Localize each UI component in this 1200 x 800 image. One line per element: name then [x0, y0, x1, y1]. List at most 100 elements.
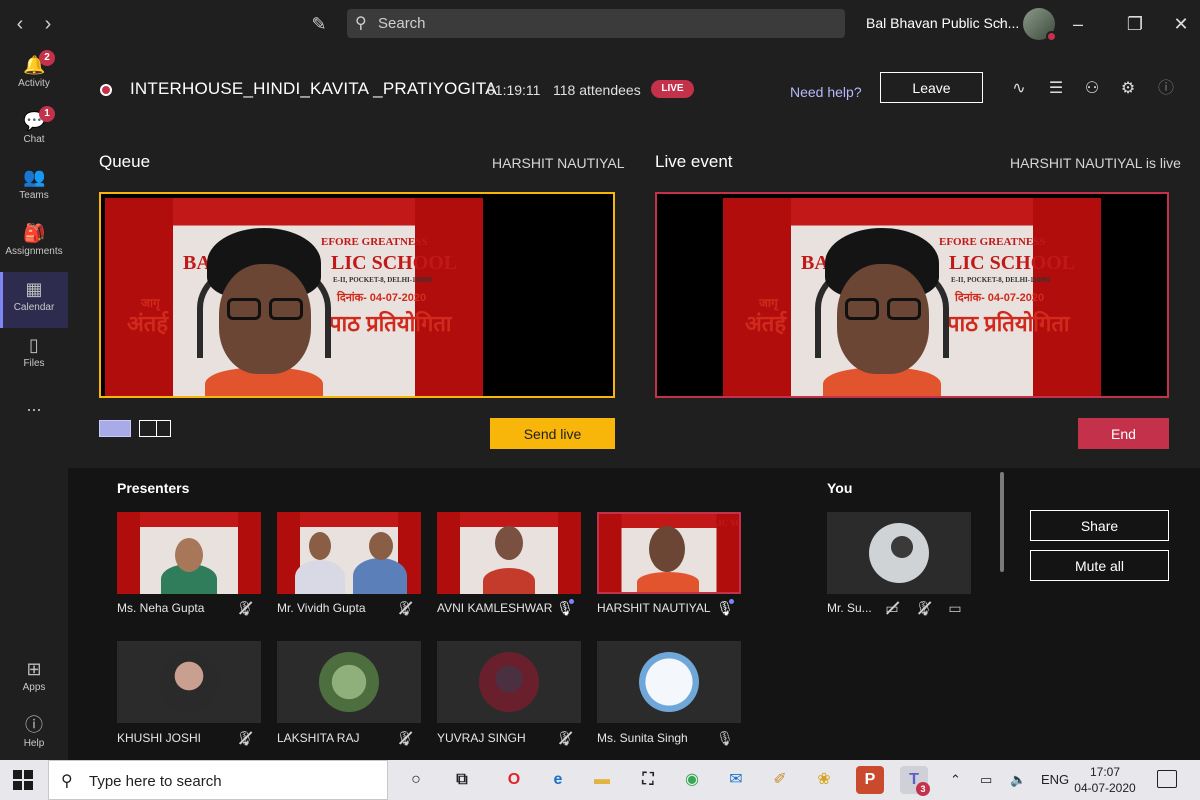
- live-status: HARSHIT NAUTIYAL is live: [1010, 155, 1181, 171]
- powerpoint-icon[interactable]: P: [856, 766, 884, 794]
- language-indicator[interactable]: ENG: [1041, 772, 1069, 787]
- close-icon[interactable]: ✕: [1166, 10, 1196, 38]
- video-off-icon[interactable]: ▭: [883, 599, 901, 617]
- presenter-tile[interactable]: [117, 512, 261, 594]
- banner-hindi-b: पाठ प्रतियोगिता: [947, 311, 1070, 336]
- minimize-icon[interactable]: –: [1063, 10, 1093, 38]
- presenter-tile-active[interactable]: BAL BHAVAN PUBLIC SCHOOL: [597, 512, 741, 594]
- video-icon[interactable]: ▭: [946, 599, 964, 617]
- windows-start-icon[interactable]: [13, 770, 33, 790]
- presenter-name: Ms. Sunita Singh: [597, 731, 688, 745]
- chrome-icon[interactable]: ◉: [678, 766, 706, 794]
- presenter-tile[interactable]: [437, 641, 581, 723]
- presenter-tile[interactable]: [277, 641, 421, 723]
- more-apps-button[interactable]: ...: [0, 388, 68, 424]
- cortana-icon[interactable]: ○: [402, 766, 430, 794]
- health-monitor-icon[interactable]: ∿: [1008, 78, 1030, 100]
- volume-icon[interactable]: 🔈: [1010, 772, 1026, 788]
- presenter-tile[interactable]: [597, 641, 741, 723]
- banner-school-b: LIC SCHOOL: [949, 252, 1076, 274]
- chevron-down-icon[interactable]: ⌄: [996, 13, 1006, 27]
- file-explorer-icon[interactable]: ▬: [588, 766, 616, 794]
- fruit-app-icon[interactable]: ❀: [810, 766, 838, 794]
- rail-item-help[interactable]: ⓘ Help: [0, 708, 68, 764]
- avatar: [869, 523, 929, 583]
- windows-taskbar: ⚲ Type here to search ○ ⧉ O e ▬ ⛶ ◉ ✉ ✐ …: [0, 760, 1200, 800]
- end-button[interactable]: End: [1078, 418, 1169, 449]
- avatar: [319, 652, 379, 712]
- presenter-tile[interactable]: [117, 641, 261, 723]
- participants-icon[interactable]: ⚇: [1081, 78, 1103, 100]
- chat-badge: 1: [39, 106, 55, 122]
- glasses-right: [887, 298, 921, 320]
- activity-badge: 2: [39, 50, 55, 66]
- tray-chevron-icon[interactable]: ⌃: [950, 772, 961, 788]
- self-tile[interactable]: [827, 512, 971, 594]
- glasses-right: [269, 298, 303, 320]
- mic-on-icon: 🎙: [716, 599, 734, 616]
- help-icon: ⓘ: [25, 715, 43, 735]
- rail-label: Files: [23, 358, 45, 369]
- taskbar-search-input[interactable]: ⚲ Type here to search: [48, 760, 388, 800]
- avatar[interactable]: [1023, 8, 1057, 42]
- presenters-title: Presenters: [117, 480, 190, 496]
- attendee-count: 118 attendees: [553, 82, 641, 98]
- banner-address: E-II, POCKET-8, DELHI-110091: [951, 276, 1051, 284]
- presenter-figure: [807, 228, 957, 396]
- chevron-right-icon[interactable]: ›: [36, 12, 60, 36]
- layout-single-button[interactable]: [99, 420, 131, 437]
- battery-icon[interactable]: ▭: [980, 772, 992, 788]
- notification-center-icon[interactable]: [1157, 770, 1177, 788]
- share-button[interactable]: Share: [1030, 510, 1169, 541]
- rail-item-activity[interactable]: 🔔 2 Activity: [0, 48, 68, 104]
- mute-all-button[interactable]: Mute all: [1030, 550, 1169, 581]
- presenter-tile[interactable]: [277, 512, 421, 594]
- chat-panel-icon[interactable]: ☰: [1045, 78, 1067, 100]
- tile-banner-text: BAL BHAVAN PUBLIC SCHOOL: [635, 518, 739, 528]
- leave-button[interactable]: Leave: [880, 72, 983, 103]
- presence-busy-icon: [1046, 31, 1057, 42]
- teams-icon: 👥: [23, 167, 46, 187]
- presenters-scrollbar[interactable]: [1000, 472, 1004, 572]
- presenter-name: Ms. Neha Gupta: [117, 601, 205, 615]
- taskbar-clock[interactable]: 17:07 04-07-2020: [1073, 764, 1137, 796]
- opera-icon[interactable]: O: [500, 766, 528, 794]
- mail-icon[interactable]: ✉: [722, 766, 750, 794]
- need-help-link[interactable]: Need help?: [790, 84, 862, 100]
- person-head: [309, 532, 331, 560]
- rail-label: Calendar: [13, 302, 55, 313]
- rail-item-apps[interactable]: ⊞ Apps: [0, 652, 68, 708]
- queue-title: Queue: [99, 152, 151, 171]
- rail-item-chat[interactable]: 💬 1 Chat: [0, 104, 68, 160]
- store-icon[interactable]: ⛶: [634, 766, 662, 794]
- teams-taskbar-icon[interactable]: T3: [900, 766, 930, 796]
- mic-off-icon[interactable]: 🎙: [915, 599, 933, 617]
- layout-split-button[interactable]: [139, 420, 171, 437]
- chevron-left-icon[interactable]: ‹: [8, 12, 32, 36]
- info-icon[interactable]: ⓘ: [1155, 78, 1177, 100]
- taskbar-search-placeholder: Type here to search: [89, 773, 222, 790]
- rail-item-calendar[interactable]: ▦ Calendar: [0, 272, 68, 328]
- search-input[interactable]: ⚲ Search: [347, 9, 845, 38]
- restore-icon[interactable]: ❐: [1120, 10, 1150, 38]
- live-video[interactable]: EFORE GREATNESS BA LIC SCHOOL E-II, POCK…: [655, 192, 1169, 398]
- paint-icon[interactable]: ✐: [766, 766, 794, 794]
- queue-video[interactable]: EFORE GREATNESS BA LIC SCHOOL E-II, POCK…: [99, 192, 615, 398]
- settings-gear-icon[interactable]: ⚙: [1117, 78, 1139, 100]
- start-tile: [13, 781, 22, 790]
- send-live-button[interactable]: Send live: [490, 418, 615, 449]
- compose-icon[interactable]: ✎: [306, 12, 332, 36]
- banner-hindi-a: अंतर्ह: [127, 311, 169, 336]
- rail-item-files[interactable]: ▯ Files: [0, 328, 68, 384]
- bell-icon: 🔔 2: [23, 50, 55, 76]
- presenter-name: HARSHIT NAUTIYAL: [597, 601, 711, 615]
- split-divider: [156, 421, 157, 436]
- rail-item-teams[interactable]: 👥 Teams: [0, 160, 68, 216]
- edge-icon[interactable]: e: [544, 766, 572, 794]
- task-view-icon[interactable]: ⧉: [448, 766, 476, 794]
- presenter-tile[interactable]: [437, 512, 581, 594]
- rail-item-assignments[interactable]: 🎒 Assignments: [0, 216, 68, 272]
- elapsed-time: 01:19:11: [487, 82, 541, 98]
- presenter-figure: [189, 228, 339, 396]
- avatar: [159, 652, 219, 712]
